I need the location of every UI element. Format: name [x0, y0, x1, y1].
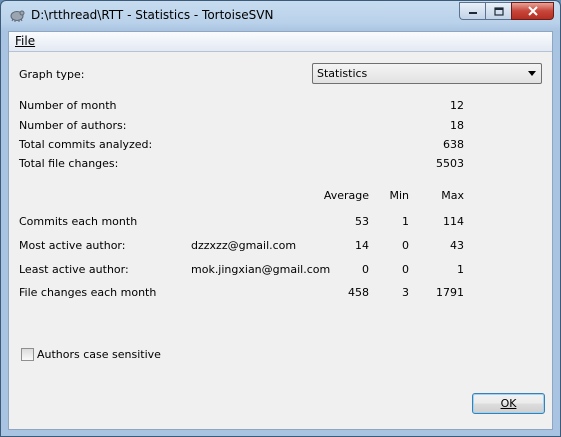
chevron-down-icon	[528, 71, 536, 76]
graph-type-value: Statistics	[317, 67, 368, 80]
file-changes-average: 458	[348, 286, 369, 299]
commits-min: 1	[402, 215, 409, 228]
caption-buttons	[459, 2, 554, 20]
minimize-icon	[468, 12, 477, 14]
least-active-author-email: mok.jingxian@gmail.com	[191, 263, 331, 276]
most-active-author-email: dzzxzz@gmail.com	[191, 239, 297, 252]
authors-case-sensitive-label[interactable]: Authors case sensitive	[37, 348, 161, 361]
ok-button-label: OK	[500, 397, 517, 410]
file-changes-max: 1791	[436, 286, 464, 299]
column-header-max: Max	[441, 189, 464, 202]
row-label-file-changes-each-month: File changes each month	[19, 286, 157, 299]
summary-value-months: 12	[450, 99, 464, 112]
summary-value-file-changes: 5503	[436, 157, 464, 170]
close-icon	[527, 6, 538, 16]
minimize-button[interactable]	[459, 2, 485, 20]
window-title: D:\rtthread\RTT - Statistics - TortoiseS…	[31, 8, 274, 22]
tortoisesvn-app-icon	[10, 10, 25, 22]
column-header-average: Average	[323, 189, 369, 202]
summary-label-file-changes: Total file changes:	[19, 157, 119, 170]
dialog-client-area: File Graph type: Statistics Number of mo…	[8, 31, 553, 430]
summary-label-authors: Number of authors:	[19, 119, 127, 132]
graph-type-label: Graph type:	[19, 68, 85, 81]
graph-type-select[interactable]: Statistics	[312, 63, 542, 84]
statistics-window: D:\rtthread\RTT - Statistics - TortoiseS…	[0, 0, 561, 437]
row-label-commits-each-month: Commits each month	[19, 215, 138, 228]
column-header-min: Min	[389, 189, 409, 202]
close-button[interactable]	[511, 2, 554, 20]
ok-button[interactable]: OK	[472, 393, 545, 414]
file-changes-min: 3	[402, 286, 409, 299]
maximize-button[interactable]	[485, 2, 511, 20]
most-active-average: 14	[355, 239, 369, 252]
least-active-min: 0	[402, 263, 409, 276]
most-active-min: 0	[402, 239, 409, 252]
summary-label-commits: Total commits analyzed:	[19, 138, 153, 151]
summary-value-authors: 18	[450, 119, 464, 132]
menu-file[interactable]: File	[15, 34, 35, 48]
summary-label-months: Number of month	[19, 99, 117, 112]
most-active-max: 43	[450, 239, 464, 252]
row-label-least-active-author: Least active author:	[19, 263, 129, 276]
title-bar[interactable]: D:\rtthread\RTT - Statistics - TortoiseS…	[1, 1, 560, 29]
least-active-max: 1	[457, 263, 464, 276]
maximize-icon	[493, 6, 504, 16]
authors-case-sensitive-checkbox[interactable]	[21, 348, 34, 361]
commits-max: 114	[443, 215, 464, 228]
least-active-average: 0	[362, 263, 369, 276]
row-label-most-active-author: Most active author:	[19, 239, 126, 252]
menu-bar: File	[9, 32, 552, 52]
commits-average: 53	[355, 215, 369, 228]
summary-value-commits: 638	[443, 138, 464, 151]
